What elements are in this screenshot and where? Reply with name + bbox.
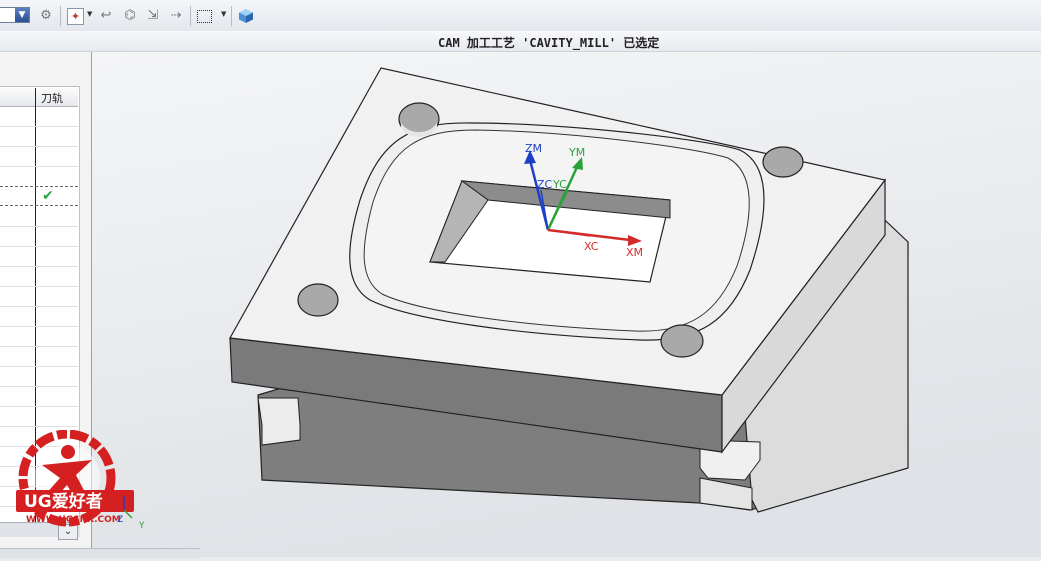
toolbar-separator: [190, 6, 191, 26]
select-box-icon[interactable]: [197, 10, 212, 23]
chevron-down-icon[interactable]: ▼: [221, 10, 226, 18]
table-row[interactable]: [0, 226, 78, 227]
display-icon[interactable]: ⌬: [122, 8, 138, 24]
axis-label-xc: XC: [584, 240, 599, 253]
navigator-header: 刀轨: [0, 88, 78, 107]
axis-label-ym: YM: [568, 146, 585, 159]
check-icon: ✔: [42, 188, 54, 204]
toolbar-separator: [60, 6, 61, 26]
main-toolbar: ▼ ⚙ ✦ ▼ ↩ ⌬ ⇲ ⇢ ▼: [0, 0, 1041, 32]
transform-icon[interactable]: ⇲: [145, 8, 161, 24]
axis-label-zc: ZC: [537, 178, 553, 191]
chevron-down-icon[interactable]: ▼: [87, 10, 92, 18]
table-row[interactable]: [0, 366, 78, 367]
table-row[interactable]: [0, 166, 78, 167]
hole-bottom-right: [660, 324, 704, 358]
hole-top-right: [762, 146, 804, 178]
axis-label-xm: XM: [626, 246, 643, 259]
table-row[interactable]: [0, 306, 78, 307]
table-row[interactable]: [0, 426, 78, 427]
triad-z-label: Z: [117, 515, 123, 525]
watermark-url: WWW.UGSNX.COM: [26, 515, 121, 525]
table-row[interactable]: [0, 126, 78, 127]
base-slot-left-face: [257, 397, 301, 446]
table-row[interactable]: [0, 286, 78, 287]
hole-bottom-left: [297, 283, 339, 317]
chevron-down-icon[interactable]: ▼: [15, 8, 29, 22]
table-row[interactable]: [0, 346, 78, 347]
axis-label-yc: YC: [552, 178, 567, 191]
operation-add-icon[interactable]: ✦: [67, 8, 84, 25]
table-row[interactable]: [0, 146, 78, 147]
graphics-viewport[interactable]: ZM YM ZC YC XC XM: [92, 52, 1041, 557]
table-row-selected[interactable]: [0, 186, 78, 206]
watermark-title: UG爱好者: [24, 491, 103, 512]
table-row[interactable]: [0, 266, 78, 267]
triad-y-label: Y: [138, 521, 145, 531]
cube-view-icon[interactable]: [238, 8, 254, 24]
translate-icon[interactable]: ⇢: [168, 8, 184, 24]
link-icon[interactable]: ⚙: [38, 8, 54, 24]
status-bar: CAM 加工工艺 'CAVITY_MILL' 已选定: [0, 31, 1041, 52]
part-model[interactable]: ZM YM ZC YC XC XM: [92, 52, 1041, 557]
table-row[interactable]: [0, 386, 78, 387]
ug-logo-watermark: UG爱好者 WWW.UGSNX.COM Z Y: [12, 429, 145, 540]
toolbar-separator: [231, 6, 232, 26]
selection-combo[interactable]: ▼: [0, 7, 30, 23]
table-row[interactable]: [0, 406, 78, 407]
table-row[interactable]: [0, 326, 78, 327]
table-row[interactable]: [0, 246, 78, 247]
status-message: CAM 加工工艺 'CAVITY_MILL' 已选定: [438, 36, 660, 50]
column-header-toolpath[interactable]: 刀轨: [41, 90, 63, 106]
axis-label-zm: ZM: [525, 142, 542, 155]
undo-icon[interactable]: ↩: [98, 8, 114, 24]
